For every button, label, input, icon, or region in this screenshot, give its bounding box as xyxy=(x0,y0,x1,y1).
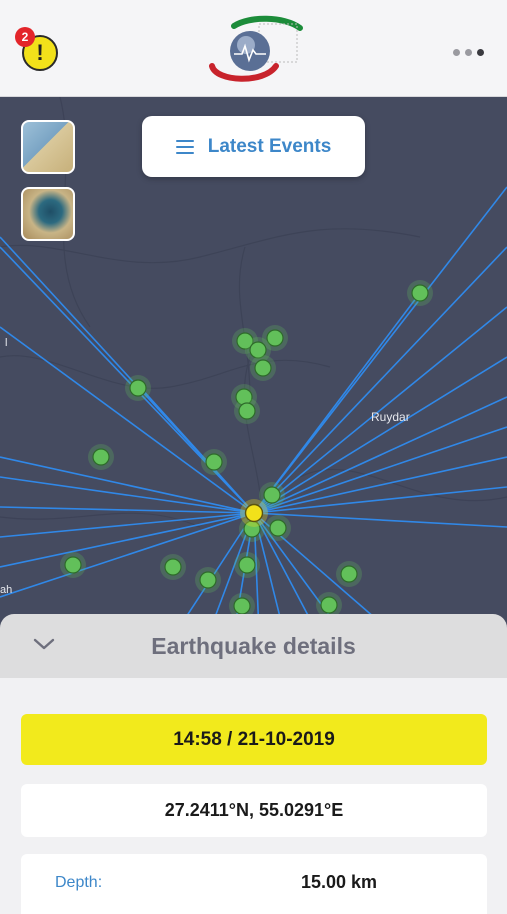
station-marker[interactable] xyxy=(340,565,358,583)
epicenter-marker[interactable] xyxy=(244,503,264,523)
station-marker[interactable] xyxy=(164,558,182,576)
map-style-thumbnail-street[interactable] xyxy=(21,120,75,174)
station-marker[interactable] xyxy=(269,519,287,537)
depth-label: Depth: xyxy=(55,874,103,891)
station-marker[interactable] xyxy=(233,597,251,615)
station-marker[interactable] xyxy=(320,596,338,614)
latest-events-label: Latest Events xyxy=(207,135,332,157)
map-canvas xyxy=(0,97,507,657)
event-coordinates: 27.2411°N, 55.0291°E xyxy=(21,784,487,837)
alert-count-badge: 2 xyxy=(15,27,35,47)
station-marker[interactable] xyxy=(64,556,82,574)
station-marker[interactable] xyxy=(254,359,272,377)
map-edge-label: ah xyxy=(0,584,13,596)
station-marker[interactable] xyxy=(205,453,223,471)
more-options-icon[interactable] xyxy=(448,44,488,60)
latest-events-button[interactable]: Latest Events xyxy=(142,116,365,177)
station-marker[interactable] xyxy=(92,448,110,466)
menu-icon xyxy=(175,139,194,154)
seismic-ray-line xyxy=(253,512,507,528)
station-marker[interactable] xyxy=(238,556,256,574)
map-place-label: Ruydar xyxy=(371,410,410,424)
depth-value: 15.00 km xyxy=(301,872,378,892)
details-panel: 14:58 / 21-10-2019 27.2411°N, 55.0291°E … xyxy=(0,678,507,914)
station-marker[interactable] xyxy=(263,486,281,504)
station-marker[interactable] xyxy=(238,402,256,420)
chevron-down-icon[interactable] xyxy=(32,632,56,656)
seismic-ray-line xyxy=(0,512,255,568)
map-edge-label: l xyxy=(5,337,8,349)
station-marker[interactable] xyxy=(266,329,284,347)
depth-row: Depth: 15.00 km xyxy=(21,854,487,914)
station-marker[interactable] xyxy=(129,379,147,397)
details-title: Earthquake details xyxy=(151,632,356,659)
station-marker[interactable] xyxy=(411,284,429,302)
station-marker[interactable] xyxy=(199,571,217,589)
details-sheet-header[interactable]: Earthquake details xyxy=(0,614,507,678)
event-map[interactable]: Latest Events Ruydar l ah xyxy=(0,97,507,657)
seismic-ray-line xyxy=(253,186,507,514)
map-style-thumbnail-satellite[interactable] xyxy=(21,187,75,241)
logo xyxy=(209,15,303,82)
alert-symbol: ! xyxy=(36,40,44,65)
app-header: ! 2 xyxy=(0,0,507,97)
event-datetime: 14:58 / 21-10-2019 xyxy=(21,714,487,765)
